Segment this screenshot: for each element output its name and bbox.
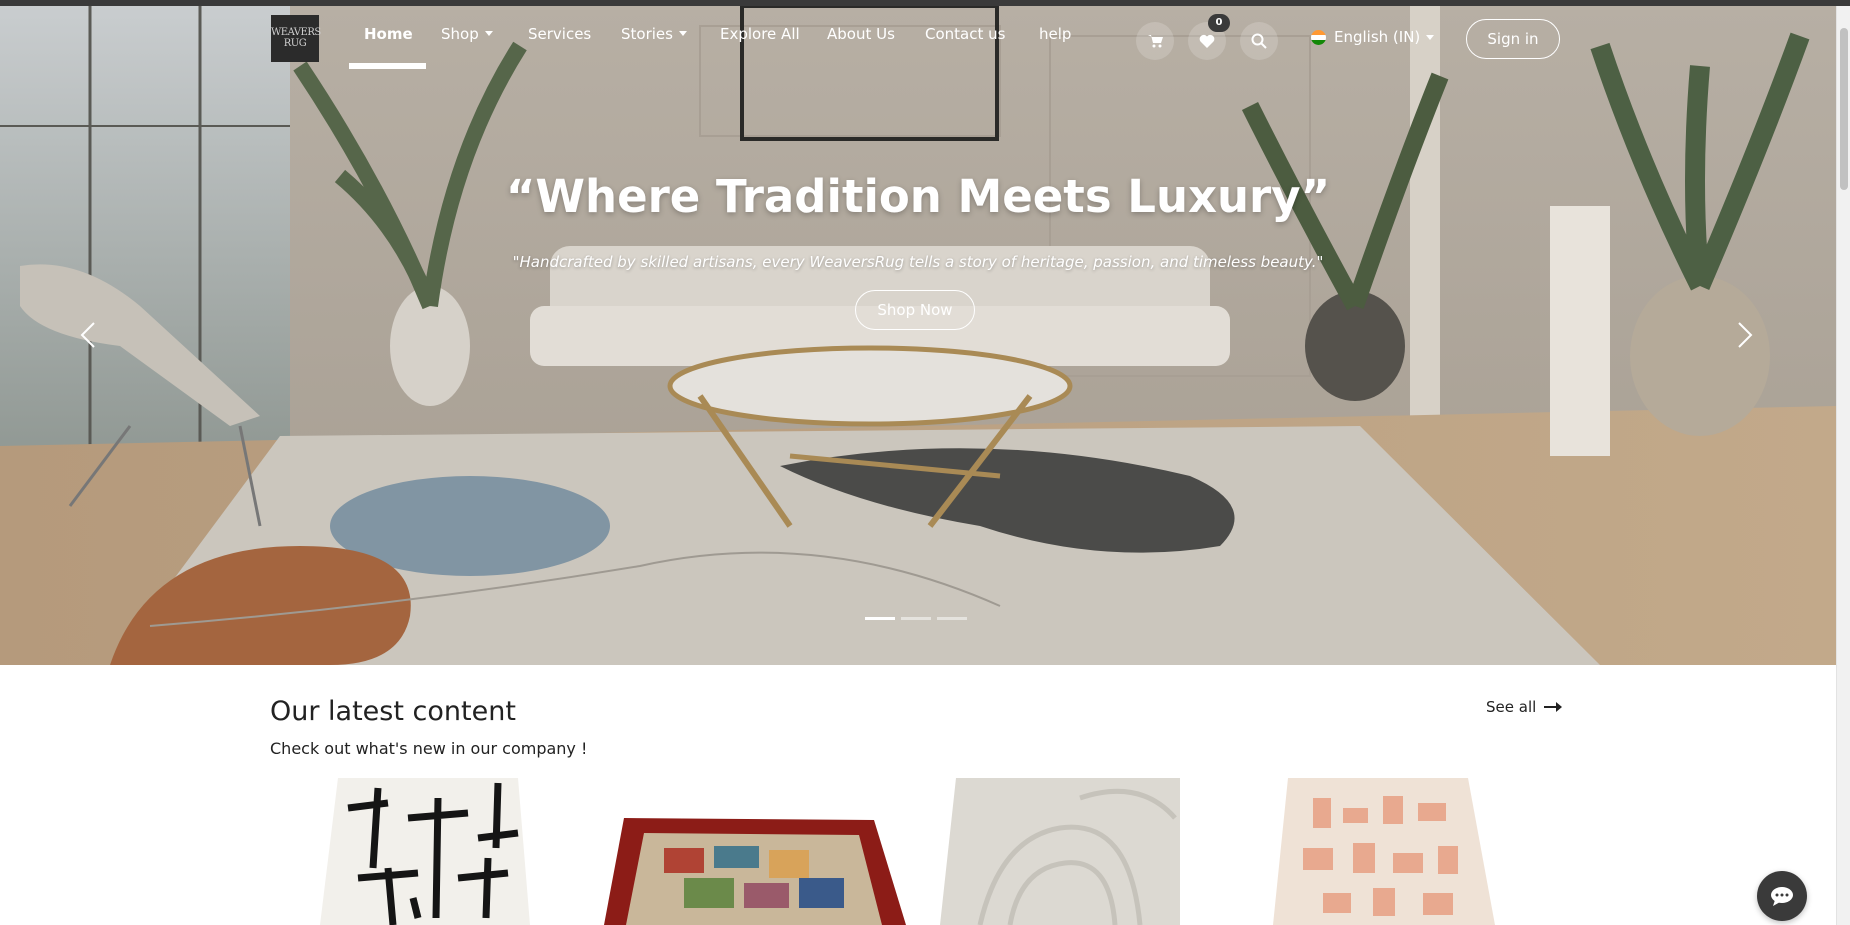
- section-subtitle: Check out what's new in our company !: [270, 739, 588, 758]
- nav-explore-all[interactable]: Explore All: [720, 25, 800, 43]
- section-title: Our latest content: [270, 696, 516, 727]
- nav-shop[interactable]: Shop: [441, 25, 493, 43]
- browser-top-bar: [0, 0, 1850, 6]
- carousel-prev[interactable]: [74, 315, 104, 355]
- scrollbar-thumb[interactable]: [1840, 28, 1848, 190]
- rug-image: [320, 778, 530, 925]
- chat-icon: [1771, 887, 1793, 906]
- logo-text-line2: RUG: [283, 38, 307, 49]
- content-card-3[interactable]: [940, 778, 1180, 925]
- rug-image: [1273, 778, 1495, 925]
- content-card-4[interactable]: [1273, 778, 1498, 925]
- hero-title: “Where Tradition Meets Luxury”: [505, 170, 1331, 223]
- content-card-1[interactable]: [318, 778, 533, 925]
- hero-subtitle: "Handcrafted by skilled artisans, every …: [512, 253, 1324, 271]
- search-button[interactable]: [1240, 22, 1278, 60]
- carousel-indicator-3[interactable]: [937, 617, 967, 620]
- see-all-link[interactable]: See all: [1486, 698, 1563, 716]
- language-label: English (IN): [1334, 28, 1421, 46]
- nav-stories-label: Stories: [621, 25, 673, 43]
- nav-about-us[interactable]: About Us: [827, 25, 895, 43]
- search-icon: [1251, 33, 1267, 49]
- chat-button[interactable]: [1757, 871, 1807, 921]
- page: WEAVERS RUG Home Shop Services Stories E…: [0, 0, 1850, 925]
- carousel-indicators: [865, 617, 967, 620]
- page-scrollbar[interactable]: [1836, 6, 1850, 925]
- cart-icon: [1147, 35, 1163, 48]
- shop-now-button[interactable]: Shop Now: [855, 290, 975, 330]
- hero-image: [0, 6, 1836, 665]
- chevron-down-icon: [678, 31, 687, 36]
- cart-button[interactable]: [1136, 22, 1174, 60]
- nav-active-indicator: [349, 63, 426, 69]
- chevron-right-icon: [1738, 322, 1753, 348]
- arrow-right-icon: [1544, 702, 1563, 712]
- nav-shop-label: Shop: [441, 25, 479, 43]
- nav-services[interactable]: Services: [528, 25, 591, 43]
- chevron-down-icon: [484, 31, 493, 36]
- rug-image: [940, 778, 1180, 925]
- brand-logo[interactable]: WEAVERS RUG: [271, 15, 321, 62]
- rug-image: [604, 818, 906, 925]
- wishlist-count-badge: 0: [1208, 14, 1230, 32]
- content-card-2[interactable]: [604, 778, 906, 925]
- chevron-down-icon: [1426, 34, 1435, 40]
- see-all-label: See all: [1486, 698, 1537, 716]
- nav-home[interactable]: Home: [364, 25, 413, 43]
- nav-contact-us[interactable]: Contact us: [925, 25, 1005, 43]
- nav-help[interactable]: help: [1039, 25, 1071, 43]
- navbar: WEAVERS RUG Home Shop Services Stories E…: [0, 6, 1836, 76]
- carousel-indicator-2[interactable]: [901, 617, 931, 620]
- chevron-left-icon: [80, 322, 95, 348]
- language-selector[interactable]: English (IN): [1311, 28, 1435, 46]
- heart-icon: [1199, 34, 1215, 48]
- nav-stories[interactable]: Stories: [621, 25, 687, 43]
- carousel-next[interactable]: [1729, 315, 1759, 355]
- india-flag-icon: [1311, 29, 1326, 45]
- hero-carousel: [0, 6, 1836, 665]
- sign-in-button[interactable]: Sign in: [1466, 19, 1560, 59]
- logo-text-line1: WEAVERS: [271, 27, 321, 38]
- carousel-indicator-1[interactable]: [865, 617, 895, 620]
